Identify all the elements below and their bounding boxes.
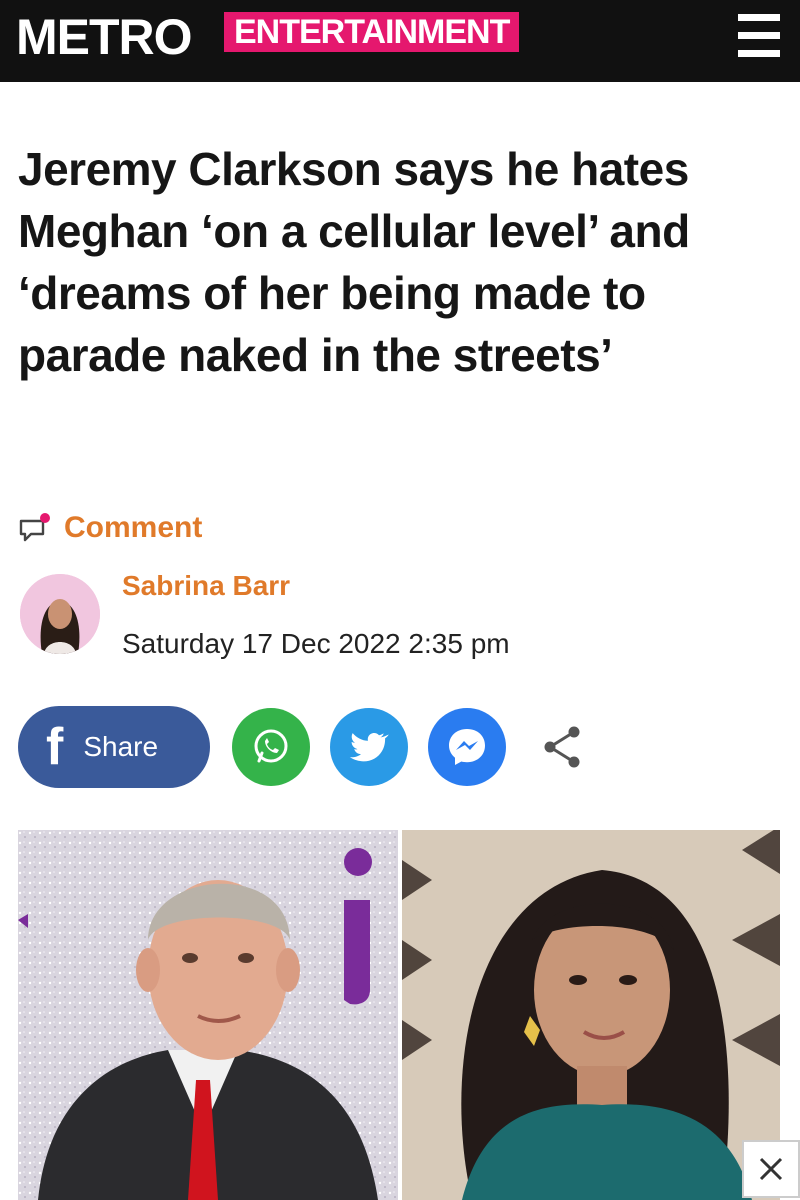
whatsapp-icon [254,729,288,763]
publish-date: Saturday 17 Dec 2022 2:35 pm [122,628,510,659]
author-avatar[interactable] [20,574,100,654]
share-icon [544,726,580,768]
close-ad-button[interactable] [742,1140,800,1198]
share-more-button[interactable] [540,722,584,777]
messenger-icon [449,729,485,765]
site-header: METRO ENTERTAINMENT [0,0,800,82]
metro-logo[interactable]: METRO [16,8,193,66]
article-headline: Jeremy Clarkson says he hates Meghan ‘on… [18,143,690,381]
article-image-right [402,830,780,1200]
whatsapp-share-button[interactable] [232,708,310,786]
comment-icon [19,513,50,542]
article-image-left [18,830,398,1200]
facebook-icon: f [46,718,64,776]
hamburger-menu-icon[interactable] [738,14,780,58]
facebook-share-button[interactable]: f Share [18,706,210,788]
messenger-share-button[interactable] [428,708,506,786]
author-name-link[interactable]: Sabrina Barr [122,570,290,602]
twitter-share-button[interactable] [330,708,408,786]
share-label: Share [83,731,159,762]
close-icon [759,1157,783,1181]
twitter-icon [349,733,389,762]
comment-link[interactable]: Comment [18,508,202,548]
section-tag-entertainment[interactable]: ENTERTAINMENT [224,12,520,52]
comment-label: Comment [64,511,203,544]
